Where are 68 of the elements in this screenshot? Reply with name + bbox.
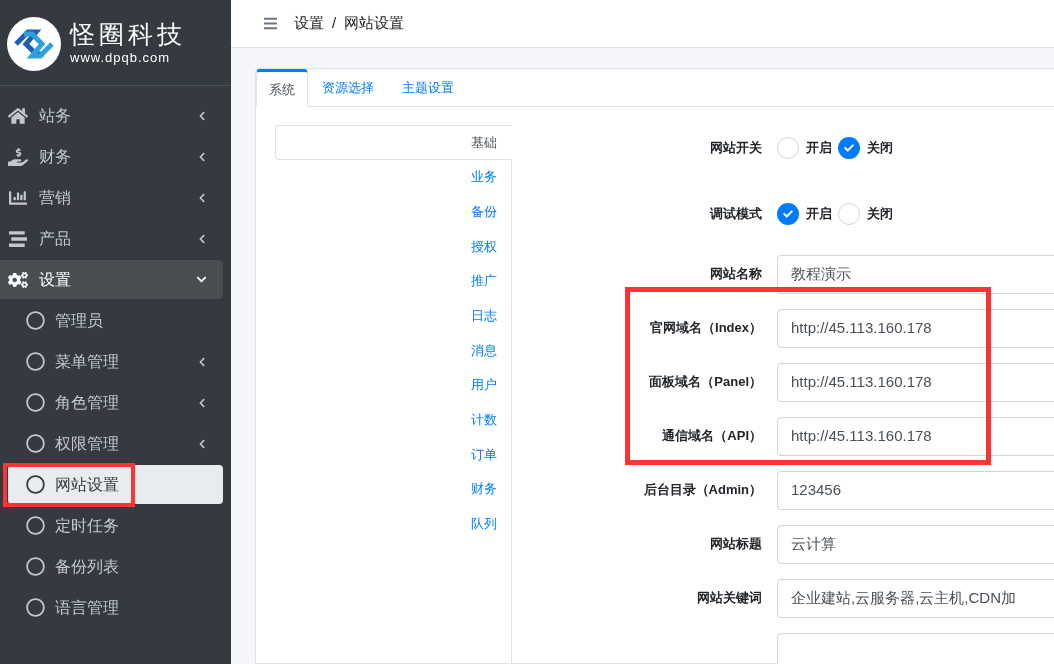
sidebar-item[interactable]: 设置 (0, 260, 223, 299)
radio-label: 关闭 (867, 205, 893, 224)
section-tab[interactable]: 订单 (275, 437, 511, 472)
check-icon (844, 143, 854, 153)
section-tab[interactable]: 授权 (275, 229, 511, 264)
field-label: 网站开关 (709, 139, 763, 158)
radio-button[interactable] (838, 203, 860, 225)
field-label: 网站名称 (709, 265, 763, 284)
chevron-left-icon (197, 356, 207, 367)
tab[interactable]: 资源选择 (308, 69, 388, 107)
text-field[interactable]: http://45.113.160.178 (777, 362, 1054, 402)
field-label: 面板域名（Panel） (648, 373, 763, 392)
breadcrumb-item[interactable]: 设置 (294, 12, 324, 35)
logo-icon (6, 15, 62, 72)
sidebar-item[interactable]: 产品 (0, 219, 223, 258)
text-field[interactable]: 企业建站,云服务器,云主机,CDN加 (777, 578, 1054, 618)
sidebar-subitem[interactable]: 角色管理 (8, 383, 223, 422)
sidebar-item[interactable]: 站务 (0, 96, 223, 135)
radio-button[interactable] (777, 137, 799, 159)
section-tab[interactable]: 用户 (275, 367, 511, 403)
text-field[interactable]: http://45.113.160.178 (777, 308, 1054, 348)
sidebar-subitem[interactable]: 定时任务 (8, 506, 223, 545)
section-tab[interactable]: 财务 (275, 471, 511, 507)
text-field[interactable]: 123456 (777, 470, 1054, 510)
breadcrumb-item: / (332, 13, 337, 34)
field-label: 通信域名（API） (661, 427, 763, 446)
section-tab[interactable]: 备份 (275, 194, 511, 230)
sidebar-item[interactable]: 营销 (0, 178, 223, 217)
brand-url: www.dpqb.com (70, 48, 172, 67)
section-tab[interactable]: 计数 (275, 402, 511, 438)
text-field[interactable]: http://45.113.160.178 (777, 416, 1054, 456)
section-tab[interactable]: 推广 (275, 263, 511, 299)
field-label: 后台目录（Admin） (642, 481, 763, 500)
chevron-left-icon (197, 192, 207, 203)
text-field[interactable]: 教程演示 (777, 254, 1054, 294)
sidebar-subitem[interactable]: 管理员 (8, 301, 223, 340)
sidebar-item[interactable]: 财务 (0, 137, 223, 176)
section-tab[interactable]: 基础 (275, 125, 512, 160)
check-icon (783, 209, 793, 219)
text-field[interactable]: 云计算 (777, 524, 1054, 564)
sidebar-subitem[interactable]: 网站设置 (8, 465, 223, 504)
chevron-left-icon (197, 397, 207, 408)
chevron-left-icon (197, 438, 207, 449)
radio-label: 开启 (806, 139, 832, 158)
field-label: 网站关键词 (696, 589, 763, 608)
sidebar-subitem[interactable]: 菜单管理 (8, 342, 223, 381)
radio-label: 关闭 (867, 139, 893, 158)
chevron-left-icon (197, 233, 207, 244)
radio-button[interactable] (838, 137, 860, 159)
chevron-left-icon (197, 151, 207, 162)
tab[interactable]: 系统 (256, 69, 308, 107)
tab[interactable]: 主题设置 (388, 69, 468, 107)
sidebar-subitem[interactable]: 语言管理 (8, 588, 223, 627)
section-tab[interactable]: 业务 (275, 159, 511, 195)
sidebar-subitem[interactable]: 备份列表 (8, 547, 223, 586)
field-label: 官网域名（Index） (649, 319, 763, 338)
chevron-down-icon (196, 274, 207, 285)
chevron-left-icon (197, 110, 207, 121)
breadcrumb-item: 网站设置 (344, 13, 405, 34)
section-tab[interactable]: 日志 (275, 298, 511, 334)
field-label: 调试模式 (708, 205, 763, 224)
radio-label: 开启 (806, 205, 832, 224)
radio-button[interactable] (777, 203, 799, 225)
sidebar-subitem[interactable]: 权限管理 (8, 424, 223, 463)
section-tab[interactable]: 消息 (275, 333, 511, 368)
brand-name: 怪圈科技 (70, 19, 186, 48)
section-tab[interactable]: 队列 (275, 506, 511, 542)
field-label: 网站标题 (709, 535, 763, 554)
